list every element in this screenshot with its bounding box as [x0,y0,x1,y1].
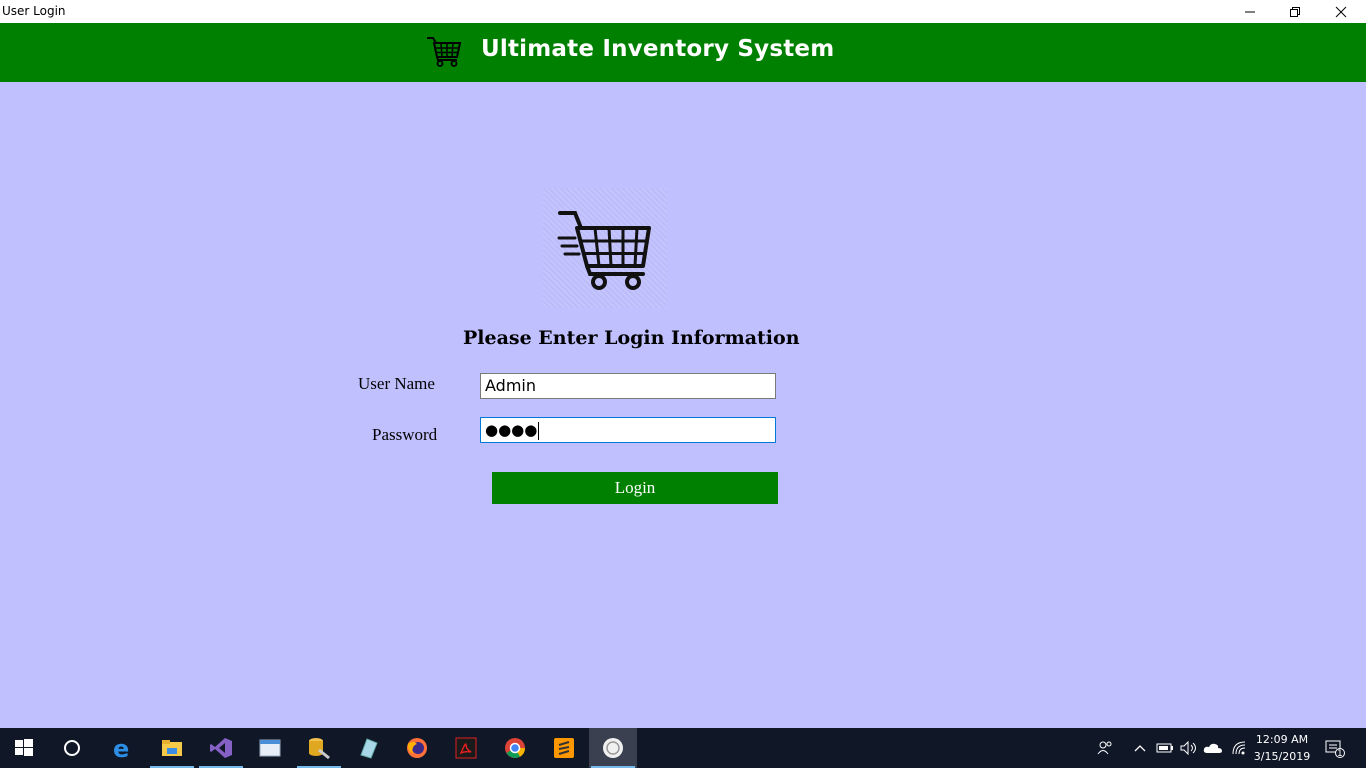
volume-tray[interactable] [1178,728,1200,768]
login-panel [0,82,1366,728]
restore-icon [1290,6,1300,17]
start-icon [15,739,33,756]
clock-date: 3/15/2019 [1253,750,1311,763]
acrobat-icon [455,737,477,759]
file-explorer-icon [162,740,182,756]
password-value: ●●●● [485,421,538,439]
notes-icon [360,738,378,759]
taskbar-acrobat[interactable] [442,728,490,768]
taskbar-chrome[interactable] [491,728,539,768]
start-button[interactable] [0,728,48,768]
chevron-up-icon [1134,745,1146,752]
restore-button[interactable] [1272,0,1318,23]
taskbar-file-explorer[interactable] [148,728,196,768]
notification-count: 1 [1337,749,1343,759]
password-label: Password [372,425,438,444]
taskbar-edge[interactable]: e [99,728,147,768]
cloud-icon [1203,743,1222,753]
password-field[interactable]: ●●●● [480,417,776,443]
username-value: Admin [485,376,536,395]
taskbar-sublime[interactable] [540,728,588,768]
login-button[interactable]: Login [492,472,778,504]
battery-tray[interactable] [1154,728,1176,768]
firefox-icon [407,738,427,758]
svg-text:e: e [113,736,129,760]
text-caret [538,421,540,440]
cortana-button[interactable] [48,728,96,768]
volume-icon [1180,741,1196,755]
minimize-icon [1245,11,1255,12]
taskbar-window[interactable] [246,728,294,768]
taskbar-app-active[interactable] [589,728,637,768]
sublime-icon [554,738,574,758]
cortana-icon [64,740,80,756]
username-label: User Name [358,374,435,393]
battery-icon [1156,743,1173,753]
logo-image [543,188,667,308]
minimize-button[interactable] [1227,0,1273,23]
visual-studio-icon [210,738,232,758]
shopping-cart-icon [427,37,462,67]
taskbar-notes[interactable] [344,728,392,768]
people-button[interactable] [1094,728,1116,768]
app-header: Ultimate Inventory System [0,23,1366,82]
close-button[interactable] [1318,0,1364,23]
form-heading: Please Enter Login Information [463,327,800,349]
window-title: User Login [2,4,66,18]
action-center-button[interactable]: 1 [1320,728,1350,768]
system-clock[interactable]: 12:09 AM 3/15/2019 [1250,731,1314,765]
taskbar: e 12:09 AM 3/15/2019 1 [0,728,1366,768]
show-hidden-icons-button[interactable] [1130,728,1150,768]
close-icon [1335,6,1347,17]
taskbar-firefox[interactable] [393,728,441,768]
taskbar-database-tool[interactable] [295,728,343,768]
taskbar-visual-studio[interactable] [197,728,245,768]
edge-icon: e [113,736,129,760]
people-icon [1097,741,1112,755]
window-icon [259,739,281,757]
shopping-cart-icon [557,211,651,290]
chrome-icon [505,738,526,758]
network-tray[interactable] [1228,728,1250,768]
onedrive-tray[interactable] [1202,728,1224,768]
app-icon [603,738,623,758]
username-field[interactable]: Admin [480,373,776,399]
database-tool-icon [309,738,330,760]
window-titlebar: User Login [0,0,1366,23]
clock-time: 12:09 AM [1255,733,1309,746]
wifi-icon [1232,741,1246,755]
app-title: Ultimate Inventory System [481,36,835,62]
